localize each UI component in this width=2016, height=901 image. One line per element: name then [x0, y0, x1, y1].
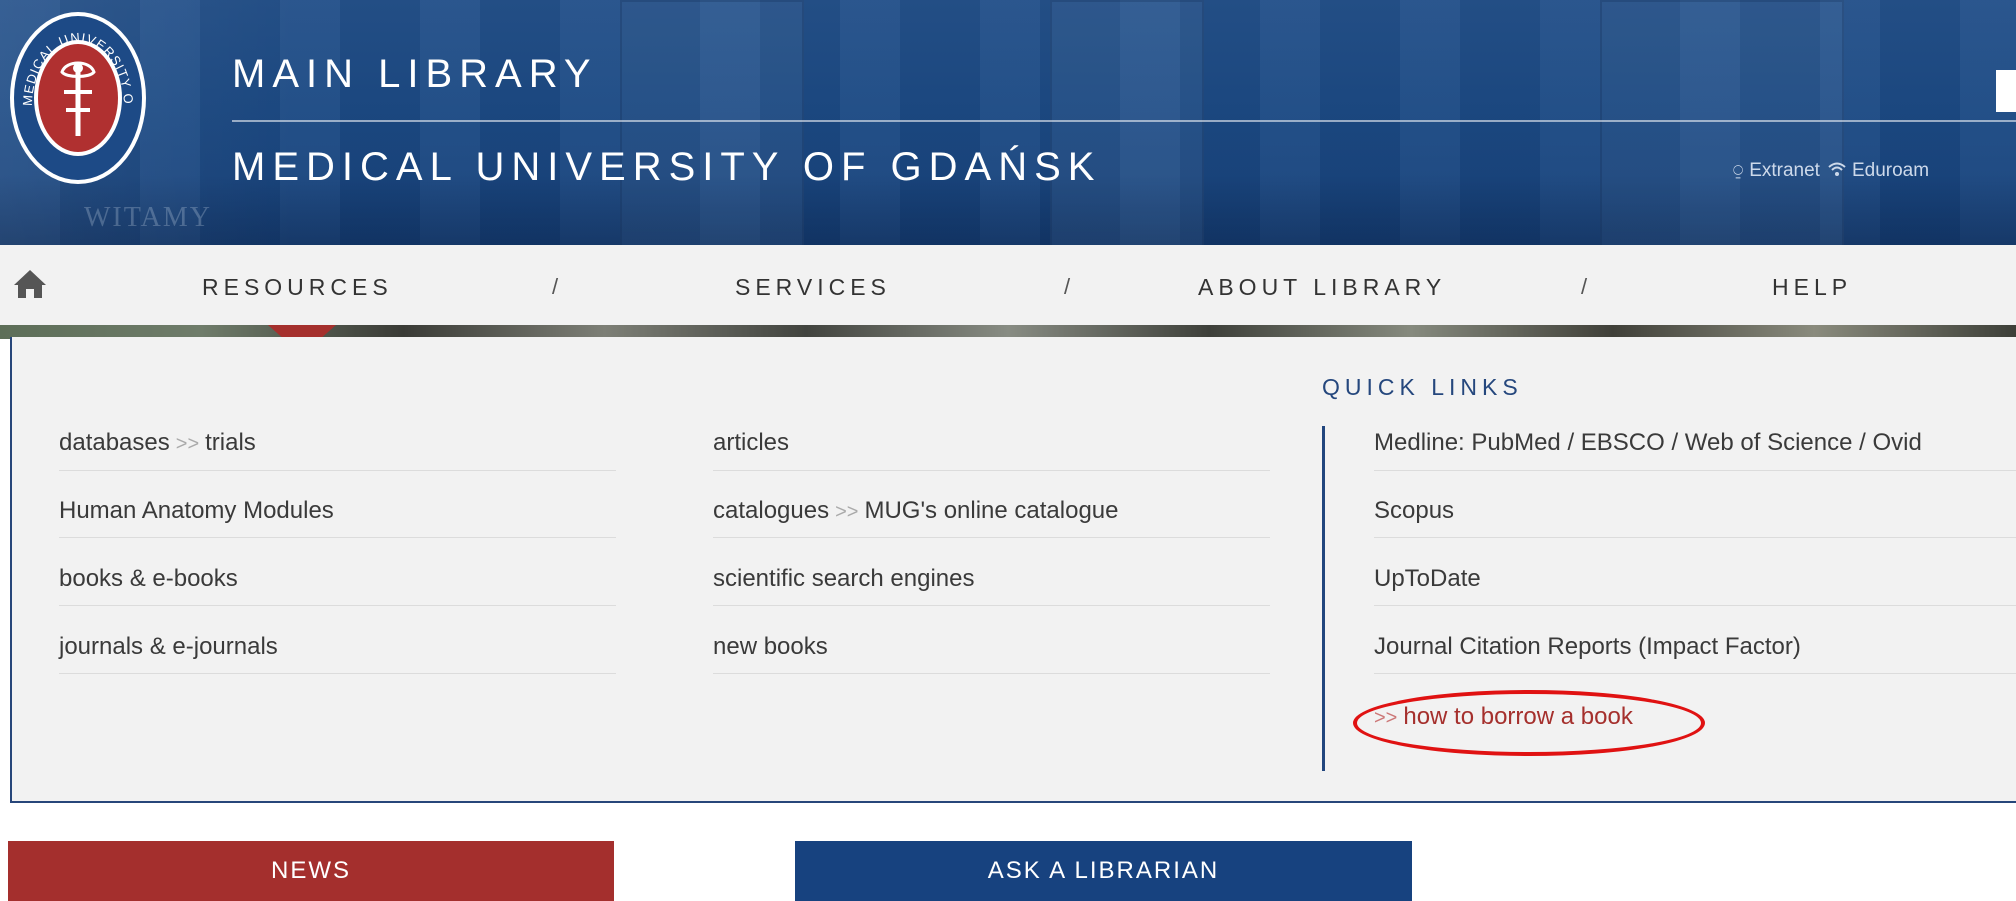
- menu-divider: [1374, 605, 2016, 606]
- ask-a-librarian-button[interactable]: ASK A LIBRARIAN: [795, 841, 1412, 901]
- quick-links-heading: QUICK LINKS: [1322, 374, 1523, 400]
- extranet-link[interactable]: ⍜ Extranet: [1733, 160, 1820, 182]
- quick-link-uptodate[interactable]: UpToDate: [1374, 565, 1481, 593]
- quick-links-divider: [1322, 426, 1325, 771]
- link-online-catalogue-label[interactable]: MUG's online catalogue: [864, 497, 1118, 524]
- home-icon[interactable]: [12, 268, 48, 300]
- nav-separator: /: [552, 274, 559, 299]
- menu-divider: [59, 673, 616, 674]
- library-title[interactable]: MAIN LIBRARY: [232, 52, 598, 97]
- extranet-label: Extranet: [1749, 160, 1820, 181]
- link-journals-ejournals[interactable]: journals & e-journals: [59, 633, 278, 661]
- link-catalogues-label: catalogues: [713, 497, 830, 524]
- background-window: [620, 0, 804, 249]
- link-databases[interactable]: databases >> trials: [59, 429, 256, 457]
- resources-dropdown: [10, 337, 2016, 803]
- menu-divider: [59, 537, 616, 538]
- nav-resources[interactable]: RESOURCES: [202, 274, 393, 301]
- menu-divider: [1374, 470, 2016, 471]
- menu-divider: [713, 470, 1270, 471]
- link-catalogues[interactable]: catalogues >> MUG's online catalogue: [713, 497, 1119, 525]
- menu-divider: [1374, 537, 2016, 538]
- news-button[interactable]: NEWS: [8, 841, 614, 901]
- highlight-annotation-circle: [1353, 690, 1705, 756]
- university-seal-logo[interactable]: MEDICAL UNIVERSITY OF GDAŃSK: [0, 0, 150, 186]
- eduroam-link[interactable]: Eduroam: [1828, 160, 1929, 182]
- menu-divider: [1374, 673, 2016, 674]
- nav-separator: /: [1064, 274, 1071, 299]
- breadcrumb-separator: >>: [175, 433, 200, 455]
- nav-about-library[interactable]: ABOUT LIBRARY: [1198, 274, 1446, 301]
- nav-help[interactable]: HELP: [1772, 274, 1852, 301]
- background-window: [1050, 0, 1204, 249]
- link-new-books[interactable]: new books: [713, 633, 828, 661]
- menu-divider: [59, 605, 616, 606]
- eduroam-label: Eduroam: [1851, 160, 1930, 181]
- header-links: ⍜ Extranet Eduroam: [1733, 160, 1929, 182]
- link-human-anatomy-modules[interactable]: Human Anatomy Modules: [59, 497, 334, 525]
- menu-divider: [713, 537, 1270, 538]
- graduation-cap-icon: ⍜: [1733, 161, 1744, 180]
- link-articles[interactable]: articles: [713, 429, 789, 457]
- link-databases-label: databases: [59, 429, 170, 456]
- menu-divider: [713, 605, 1270, 606]
- wifi-icon: [1828, 161, 1846, 182]
- nav-services[interactable]: SERVICES: [735, 274, 891, 301]
- link-scientific-search-engines[interactable]: scientific search engines: [713, 565, 974, 593]
- header-right-box: [1996, 70, 2016, 112]
- breadcrumb-separator: >>: [835, 501, 859, 523]
- menu-divider: [713, 673, 1270, 674]
- quick-link-scopus[interactable]: Scopus: [1374, 497, 1454, 525]
- nav-separator: /: [1581, 274, 1588, 299]
- background-sign: WITAMY: [84, 202, 212, 233]
- quick-link-journal-citation-reports[interactable]: Journal Citation Reports (Impact Factor): [1374, 633, 1801, 661]
- header-divider: [232, 120, 2016, 122]
- site-header: MEDICAL UNIVERSITY OF GDAŃSK WITAMY MAIN…: [0, 0, 2016, 249]
- link-books-ebooks[interactable]: books & e-books: [59, 565, 238, 593]
- link-trials-label[interactable]: trials: [205, 429, 256, 456]
- university-title[interactable]: MEDICAL UNIVERSITY OF GDAŃSK: [232, 145, 1101, 190]
- quick-link-medline[interactable]: Medline: PubMed / EBSCO / Web of Science…: [1374, 429, 1922, 457]
- background-window: [1600, 0, 1844, 249]
- menu-divider: [59, 470, 616, 471]
